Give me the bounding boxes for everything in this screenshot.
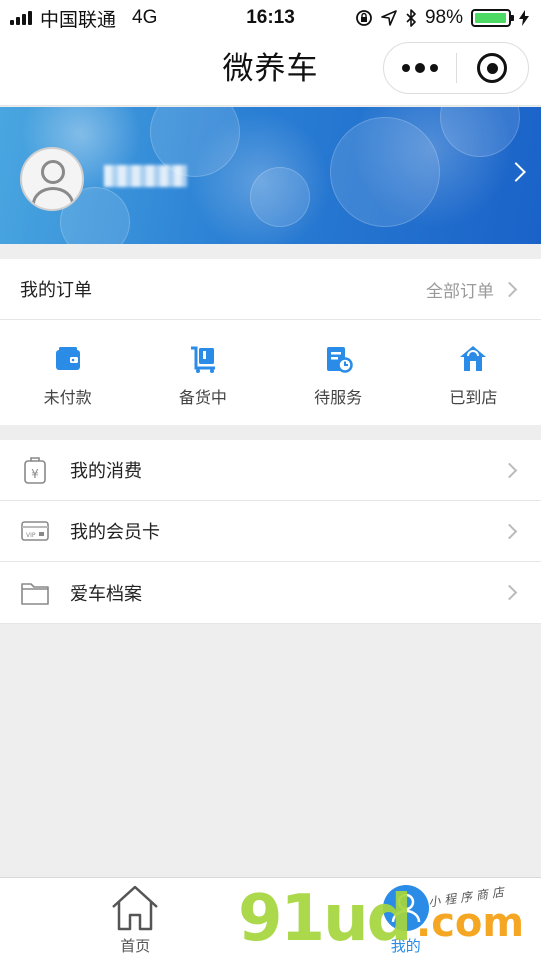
yuan-bag-icon: ¥ <box>24 457 46 484</box>
status-bar: 中国联通 4G 16:13 98% <box>0 0 541 36</box>
wallet-icon <box>55 347 80 370</box>
location-arrow-icon <box>381 10 397 26</box>
mini-program-capsule <box>383 42 529 94</box>
bluetooth-icon <box>406 9 416 27</box>
chevron-right-icon <box>501 281 518 297</box>
user-icon <box>382 885 429 931</box>
menu-item-label: 我的会员卡 <box>70 522 160 542</box>
chevron-right-icon <box>501 523 518 539</box>
order-status-label: 未付款 <box>43 390 92 407</box>
all-orders-label: 全部订单 <box>426 281 494 301</box>
signal-strength-icon <box>10 11 32 25</box>
target-circle-icon <box>477 53 508 83</box>
chevron-right-icon[interactable] <box>506 162 526 182</box>
more-dots-icon[interactable] <box>384 63 456 73</box>
orders-section: 我的订单 全部订单 未付款 备货中 待服务 已到店 <box>0 259 541 425</box>
order-status-label: 备货中 <box>178 390 227 407</box>
order-status-label: 待服务 <box>314 390 363 407</box>
service-doc-icon <box>327 347 353 373</box>
close-target-button[interactable] <box>457 53 529 83</box>
tab-home[interactable]: 首页 <box>0 878 271 960</box>
orders-title: 我的订单 <box>20 280 92 300</box>
orders-header[interactable]: 我的订单 全部订单 <box>0 259 541 320</box>
carrier-name: 中国联通 <box>40 9 117 31</box>
chevron-right-icon <box>501 462 518 478</box>
tab-mine[interactable]: 我的 <box>271 878 541 960</box>
all-orders-link[interactable]: 全部订单 <box>426 277 521 302</box>
menu-item-label: 我的消费 <box>70 461 142 481</box>
order-status-preparing[interactable]: 备货中 <box>135 320 270 425</box>
svg-text:¥: ¥ <box>31 467 39 481</box>
tab-label: 首页 <box>120 938 151 955</box>
profile-banner[interactable] <box>0 107 541 244</box>
order-status-unpaid[interactable]: 未付款 <box>0 320 135 425</box>
order-status-arrived[interactable]: 已到店 <box>406 320 541 425</box>
navigation-bar: 微养车 <box>0 36 541 106</box>
svg-text:VIP: VIP <box>26 532 36 539</box>
network-type: 4G <box>132 7 158 28</box>
folder-icon <box>21 582 49 605</box>
store-home-icon <box>460 346 487 371</box>
chevron-right-icon <box>501 584 518 601</box>
avatar[interactable] <box>20 147 84 211</box>
battery-icon <box>471 9 514 27</box>
menu-list: ¥ 我的消费 VIP 我的会员卡 爱车档案 <box>0 440 541 624</box>
battery-percent: 98% <box>424 7 463 28</box>
tab-label: 我的 <box>390 938 421 955</box>
vip-card-icon: VIP <box>21 521 49 541</box>
tab-bar: 首页 我的 <box>0 877 541 960</box>
cart-box-icon <box>190 346 215 373</box>
home-icon <box>112 885 159 931</box>
menu-item-car-archive[interactable]: 爱车档案 <box>0 562 541 624</box>
orientation-lock-icon <box>356 10 372 26</box>
menu-item-membership-card[interactable]: VIP 我的会员卡 <box>0 501 541 562</box>
order-status-label: 已到店 <box>449 390 498 407</box>
menu-item-label: 爱车档案 <box>70 583 142 604</box>
username-blurred <box>104 165 188 187</box>
charging-bolt-icon <box>519 10 529 26</box>
menu-item-consumption[interactable]: ¥ 我的消费 <box>0 440 541 501</box>
order-status-awaiting-service[interactable]: 待服务 <box>271 320 406 425</box>
